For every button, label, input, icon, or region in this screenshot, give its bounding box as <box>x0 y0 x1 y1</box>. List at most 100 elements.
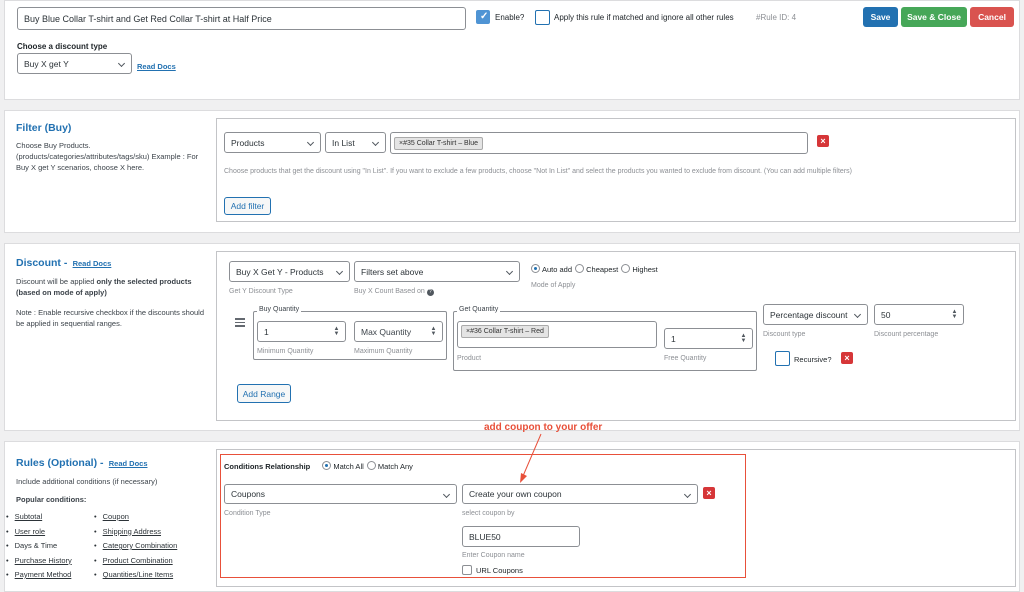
drag-handle-icon[interactable] <box>235 318 245 327</box>
condition-link-category-combination[interactable]: Category Combination <box>94 539 178 554</box>
mode-cheapest-label: Cheapest <box>586 265 619 274</box>
condition-link-shipping-address[interactable]: Shipping Address <box>94 525 177 540</box>
enable-checkbox[interactable]: ✓ <box>476 10 490 24</box>
min-quantity-input[interactable]: 1 ▲ ▼ <box>257 321 346 342</box>
annotation-arrow-icon <box>520 433 542 483</box>
discount-desc-text: Discount will be applied <box>16 277 95 286</box>
get-y-type-select[interactable]: Buy X Get Y - Products <box>229 261 350 282</box>
condition-type-select[interactable]: Coupons <box>224 484 457 504</box>
free-quantity-input[interactable]: 1 ▲ ▼ <box>664 328 753 349</box>
get-y-type-label: Get Y Discount Type <box>229 288 293 295</box>
stepper-icon[interactable]: ▲ ▼ <box>951 309 958 321</box>
mode-auto-add-radio[interactable] <box>531 264 540 273</box>
apply-exclusive-label: Apply this rule if matched and ignore al… <box>554 13 734 22</box>
url-coupons-checkbox[interactable] <box>462 565 472 575</box>
conditions-relationship-row: Conditions Relationship Match All Match … <box>224 461 413 471</box>
condition-type-value: Coupons <box>231 489 266 499</box>
discount-type-select-range[interactable]: Percentage discount <box>763 304 868 325</box>
max-quantity-placeholder: Max Quantity <box>361 326 412 337</box>
coupon-mode-value: Create your own coupon <box>469 489 562 499</box>
max-quantity-label: Maximum Quantity <box>354 348 413 355</box>
discount-type-range-label: Discount type <box>763 331 806 338</box>
rule-id: #Rule ID: 4 <box>756 13 797 22</box>
discount-note: Note : Enable recursive checkbox if the … <box>16 308 205 328</box>
match-all-radio[interactable] <box>322 461 332 470</box>
condition-link-coupon[interactable]: Coupon <box>94 510 177 525</box>
match-any-label: Match Any <box>377 462 413 471</box>
mode-highest-radio[interactable] <box>621 264 631 273</box>
mode-of-apply-group: Auto add Cheapest Highest <box>531 264 658 274</box>
get-product-input[interactable]: ×#36 Collar T-shirt – Red <box>457 321 657 348</box>
save-close-button[interactable]: Save & Close <box>901 7 967 27</box>
min-quantity-label: Minimum Quantity <box>257 348 314 355</box>
popular-conditions-col2: Coupon Shipping Address Category Combina… <box>94 510 178 583</box>
min-quantity-value: 1 <box>264 326 269 337</box>
recursive-label: Recursive? <box>794 355 832 364</box>
product-chip-red[interactable]: ×#36 Collar T-shirt – Red <box>461 325 549 338</box>
filter-operator-value: In List <box>332 137 355 148</box>
coupon-name-input[interactable]: BLUE50 <box>462 526 580 547</box>
filter-title: Filter (Buy) <box>16 122 72 134</box>
condition-link-quantities[interactable]: Quantities/Line Items <box>94 568 177 583</box>
filter-type-value: Products <box>231 137 265 148</box>
cancel-button[interactable]: Cancel <box>970 7 1014 27</box>
rules-read-docs-link[interactable]: Read Docs <box>109 459 148 468</box>
filter-type-select[interactable]: Products <box>224 132 321 153</box>
filter-operator-select[interactable]: In List <box>325 132 386 153</box>
discount-percentage-value: 50 <box>881 309 891 320</box>
count-based-label-text: Buy X Count Based on <box>354 288 425 295</box>
remove-condition-icon[interactable]: × <box>703 487 715 499</box>
popular-conditions-col1: Subtotal User role Days & Time Purchase … <box>6 510 72 583</box>
condition-link-days-time[interactable]: Days & Time <box>6 539 72 554</box>
save-button[interactable]: Save <box>863 7 898 27</box>
coupon-name-value: BLUE50 <box>469 531 501 542</box>
filter-description: Choose Buy Products. (products/categorie… <box>16 141 199 172</box>
remove-filter-icon[interactable]: × <box>817 135 829 147</box>
filter-products-input[interactable]: ×#35 Collar T-shirt – Blue <box>390 132 808 154</box>
condition-type-label: Condition Type <box>224 510 271 517</box>
mode-auto-label: Auto add <box>542 265 573 274</box>
discount-read-docs-link[interactable]: Read Docs <box>73 259 112 268</box>
match-any-radio[interactable] <box>366 461 376 470</box>
max-quantity-input[interactable]: Max Quantity ▲ ▼ <box>354 321 443 342</box>
stepper-icon[interactable]: ▲ ▼ <box>430 326 437 338</box>
enable-label: Enable? <box>495 13 525 22</box>
match-all-label: Match All <box>333 462 364 471</box>
count-based-select[interactable]: Filters set above <box>354 261 520 282</box>
product-chip-blue[interactable]: ×#35 Collar T-shirt – Blue <box>394 136 484 150</box>
free-quantity-label: Free Quantity <box>664 355 707 362</box>
remove-range-icon[interactable]: × <box>841 352 853 364</box>
discount-type-select[interactable]: Buy X get Y <box>17 53 132 74</box>
rules-description: Include additional conditions (if necess… <box>16 477 158 486</box>
conditions-relationship-label: Conditions Relationship <box>224 462 311 471</box>
help-icon: ? <box>426 289 434 296</box>
discount-type-range-value: Percentage discount <box>770 309 848 320</box>
condition-link-product-combination[interactable]: Product Combination <box>94 554 177 569</box>
discount-title: Discount - <box>16 257 68 269</box>
stepper-icon[interactable]: ▲ ▼ <box>333 326 340 338</box>
coupon-mode-label: select coupon by <box>462 510 515 517</box>
coupon-mode-select[interactable]: Create your own coupon <box>462 484 698 504</box>
url-coupons-label: URL Coupons <box>476 566 523 575</box>
stepper-icon[interactable]: ▲ ▼ <box>740 333 747 345</box>
discount-percentage-input[interactable]: 50 ▲ ▼ <box>874 304 964 325</box>
mode-of-apply-label: Mode of Apply <box>531 282 576 289</box>
product-label: Product <box>457 355 482 362</box>
discount-title-row: Discount - Read Docs <box>16 257 111 269</box>
get-quantity-legend: Get Quantity <box>457 306 501 313</box>
mode-cheapest-radio[interactable] <box>575 264 585 273</box>
condition-link-user-role[interactable]: User role <box>6 525 72 540</box>
rules-title-row: Rules (Optional) - Read Docs <box>16 457 148 469</box>
add-range-button[interactable]: Add Range <box>237 384 291 403</box>
apply-exclusive-checkbox[interactable] <box>535 10 550 25</box>
condition-link-subtotal[interactable]: Subtotal <box>6 510 72 525</box>
rule-name-input[interactable]: Buy Blue Collar T-shirt and Get Red Coll… <box>17 7 466 30</box>
read-docs-link[interactable]: Read Docs <box>137 62 176 71</box>
rules-title: Rules (Optional) - <box>16 457 104 469</box>
condition-link-payment-method[interactable]: Payment Method <box>6 568 72 583</box>
recursive-checkbox[interactable] <box>775 351 790 366</box>
add-filter-button[interactable]: Add filter <box>224 197 271 215</box>
condition-link-purchase-history[interactable]: Purchase History <box>6 554 72 569</box>
free-quantity-value: 1 <box>671 333 676 344</box>
count-based-value: Filters set above <box>361 266 424 277</box>
